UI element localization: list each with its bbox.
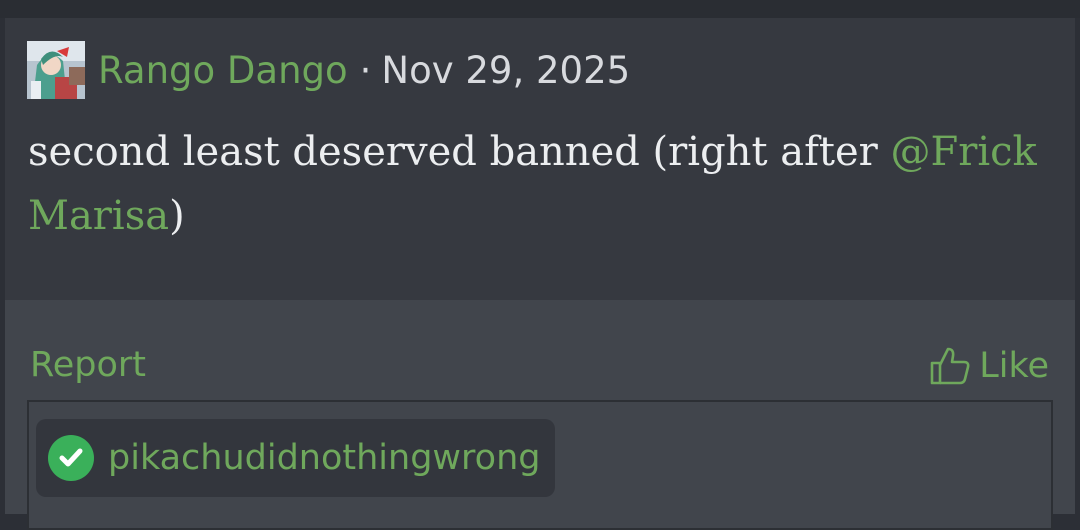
like-label: Like	[979, 346, 1049, 386]
post-card: Rango Dango · Nov 29, 2025 second least …	[5, 18, 1075, 530]
like-button[interactable]: Like	[929, 345, 1049, 387]
message-tail: )	[169, 193, 185, 239]
post-message: second least deserved banned (right afte…	[28, 120, 1038, 248]
meta-separator: ·	[359, 48, 372, 92]
author-name-link[interactable]: Rango Dango	[98, 49, 348, 92]
tag-label: pikachudidnothingwrong	[108, 438, 541, 478]
post-header: Rango Dango · Nov 29, 2025	[27, 40, 630, 100]
message-text: second least deserved banned (right afte…	[28, 129, 891, 175]
post-date[interactable]: Nov 29, 2025	[381, 49, 630, 92]
thumbs-up-icon	[930, 347, 970, 385]
post-footer: Report Like pikachudidnothingwrong	[5, 300, 1075, 530]
report-link[interactable]: Report	[30, 345, 146, 385]
tag-box: pikachudidnothingwrong	[27, 400, 1053, 530]
user-avatar-icon[interactable]	[27, 41, 85, 99]
tag-chip[interactable]: pikachudidnothingwrong	[36, 419, 555, 497]
page: Rango Dango · Nov 29, 2025 second least …	[0, 0, 1080, 530]
top-strip	[0, 0, 1080, 18]
check-circle-icon	[48, 435, 94, 481]
